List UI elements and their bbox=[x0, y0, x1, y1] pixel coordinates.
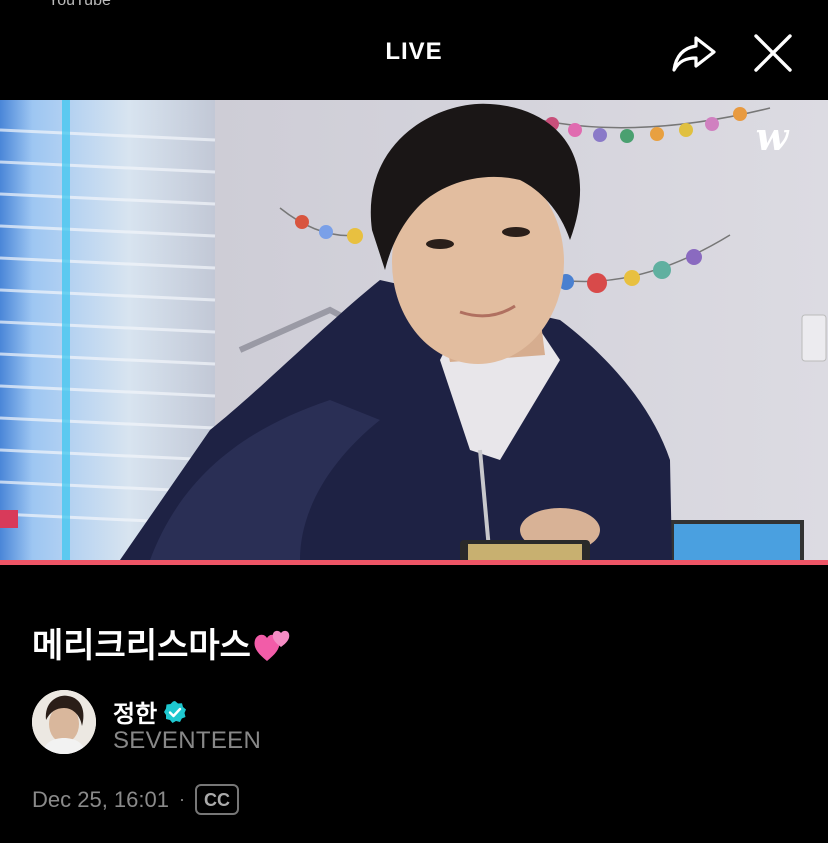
close-icon bbox=[754, 34, 792, 72]
video-title-text: 메리크리스마스 bbox=[32, 626, 251, 666]
playback-progress-fill bbox=[0, 560, 828, 565]
broadcaster-logo: w bbox=[756, 118, 790, 159]
video-frame bbox=[0, 100, 828, 560]
artist-name[interactable]: SEVENTEEN bbox=[113, 727, 261, 755]
post-meta: Dec 25, 16:01 · CC bbox=[32, 784, 239, 815]
channel-name[interactable]: 정한 bbox=[113, 694, 157, 729]
cc-badge[interactable]: CC bbox=[194, 784, 239, 815]
verified-badge-icon bbox=[164, 700, 187, 723]
channel-name-row[interactable]: 정한 bbox=[113, 694, 187, 729]
video-player[interactable]: w bbox=[0, 100, 828, 560]
avatar-image bbox=[32, 690, 96, 754]
svg-text:w: w bbox=[756, 118, 790, 159]
meta-separator: · bbox=[178, 789, 185, 809]
post-date: Dec 25, 16:01 bbox=[32, 786, 169, 812]
top-bar: LIVE bbox=[0, 0, 828, 100]
two-hearts-icon bbox=[254, 630, 290, 661]
share-icon bbox=[672, 36, 716, 72]
channel-avatar[interactable] bbox=[32, 690, 96, 754]
playback-progress-bar[interactable] bbox=[0, 560, 828, 565]
share-button[interactable] bbox=[668, 28, 722, 78]
video-title: 메리크리스마스 bbox=[32, 618, 291, 667]
close-button[interactable] bbox=[748, 28, 798, 78]
